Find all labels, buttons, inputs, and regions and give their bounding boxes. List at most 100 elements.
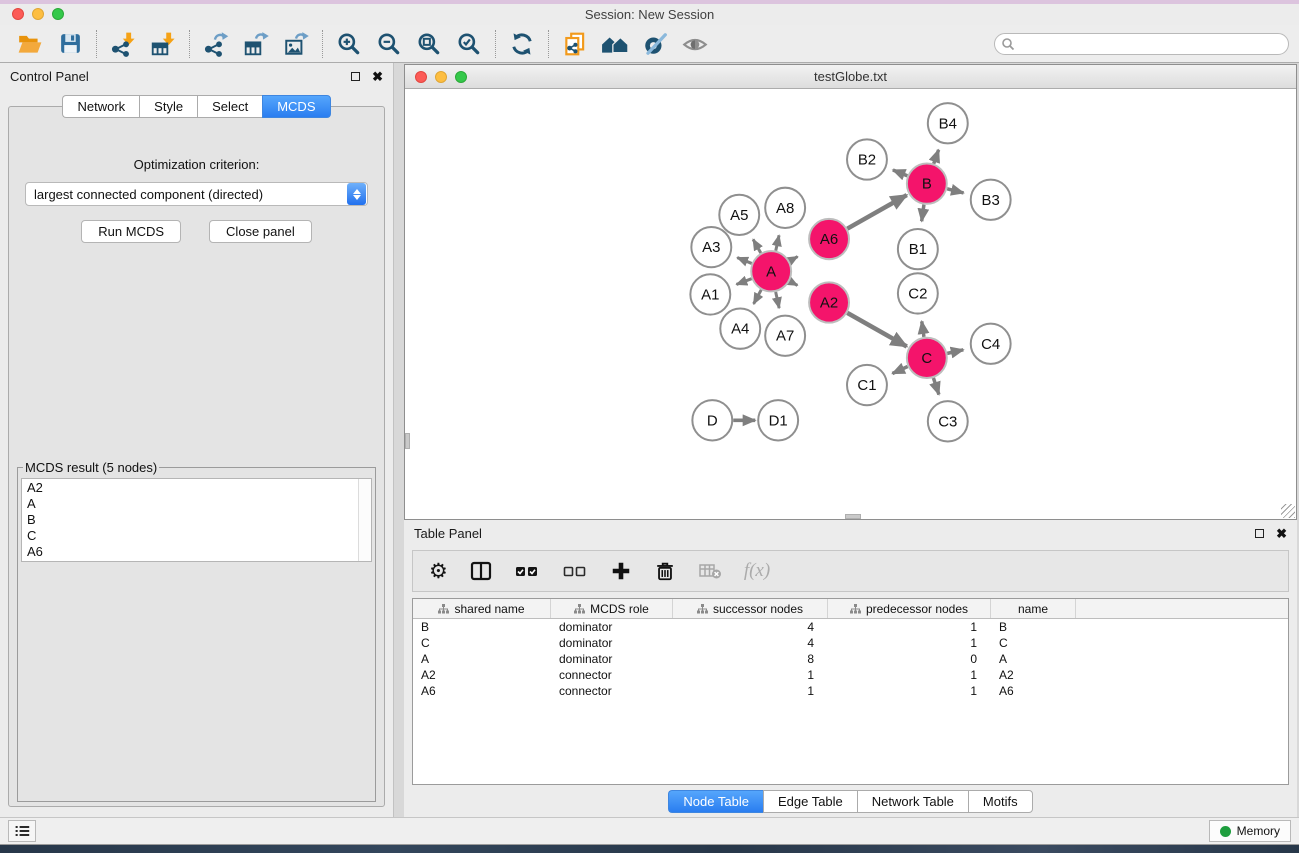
- list-item[interactable]: A2: [22, 480, 371, 496]
- table-row[interactable]: A2 connector 1 1 A2: [413, 667, 1288, 683]
- graph-edge[interactable]: [847, 195, 906, 229]
- home-icon[interactable]: [595, 28, 635, 60]
- graph-node-label: B3: [982, 192, 1000, 209]
- refresh-icon[interactable]: [502, 28, 542, 60]
- split-panel-icon[interactable]: [470, 560, 492, 582]
- graph-edge[interactable]: [736, 279, 751, 285]
- mcds-tab-content: Optimization criterion: largest connecte…: [8, 106, 385, 807]
- graph-node-label: A3: [702, 239, 720, 256]
- vizmapper-icon[interactable]: [635, 28, 675, 60]
- window-resize-grip[interactable]: [1281, 504, 1295, 518]
- graph-edge[interactable]: [933, 378, 938, 395]
- unselect-all-columns-icon[interactable]: [562, 560, 588, 582]
- graph-edge[interactable]: [934, 150, 939, 164]
- close-window-button[interactable]: [415, 71, 427, 83]
- table-row[interactable]: A dominator 8 0 A: [413, 651, 1288, 667]
- graph-edge[interactable]: [847, 313, 906, 347]
- zoom-window-button[interactable]: [52, 8, 64, 20]
- export-table-icon[interactable]: [236, 28, 276, 60]
- graph-edge[interactable]: [776, 292, 779, 308]
- import-network-icon[interactable]: [103, 28, 143, 60]
- import-table-icon[interactable]: [143, 28, 183, 60]
- tab-mcds[interactable]: MCDS: [262, 95, 330, 118]
- delete-columns-trash-icon[interactable]: [654, 560, 676, 582]
- network-window-titlebar[interactable]: testGlobe.txt: [405, 65, 1296, 89]
- optimization-select[interactable]: largest connected component (directed): [25, 182, 368, 206]
- tab-network-table[interactable]: Network Table: [857, 790, 968, 813]
- graph-edge[interactable]: [947, 350, 963, 354]
- scrollbar-track[interactable]: [358, 479, 371, 561]
- zoom-window-button[interactable]: [455, 71, 467, 83]
- close-window-button[interactable]: [12, 8, 24, 20]
- open-session-icon[interactable]: [10, 28, 50, 60]
- tab-node-table[interactable]: Node Table: [668, 790, 763, 813]
- select-all-columns-icon[interactable]: [514, 560, 540, 582]
- show-details-eye-icon[interactable]: [675, 28, 715, 60]
- tab-edge-table[interactable]: Edge Table: [763, 790, 857, 813]
- graph-edge[interactable]: [790, 257, 798, 262]
- table-row[interactable]: B dominator 4 1 B: [413, 619, 1288, 635]
- graph-node-label: A8: [776, 200, 794, 217]
- export-image-icon[interactable]: [276, 28, 316, 60]
- graph-node-label: C: [921, 350, 932, 367]
- graph-edge[interactable]: [892, 367, 907, 374]
- search-input[interactable]: [994, 33, 1289, 55]
- graph-edge[interactable]: [754, 290, 762, 304]
- list-item[interactable]: A: [22, 496, 371, 512]
- zoom-in-icon[interactable]: [329, 28, 369, 60]
- split-divider-grip[interactable]: [405, 433, 410, 449]
- control-panel: Control Panel ✖ Network Style Select MCD…: [0, 63, 394, 817]
- graph-edge[interactable]: [922, 321, 924, 337]
- column-header-successor-nodes[interactable]: successor nodes: [673, 599, 828, 618]
- graph-edge[interactable]: [947, 189, 963, 193]
- list-item[interactable]: A6: [22, 544, 371, 560]
- graph-edge[interactable]: [753, 239, 761, 253]
- split-divider-grip[interactable]: [845, 514, 861, 519]
- graph-edge[interactable]: [922, 205, 924, 222]
- graph-node-label: A7: [776, 328, 794, 345]
- table-row[interactable]: C dominator 4 1 C: [413, 635, 1288, 651]
- close-panel-icon[interactable]: ✖: [1276, 527, 1287, 540]
- graph-edge[interactable]: [737, 258, 751, 264]
- column-header-shared-name[interactable]: shared name: [413, 599, 551, 618]
- list-item[interactable]: C: [22, 528, 371, 544]
- save-session-icon[interactable]: [50, 28, 90, 60]
- memory-label: Memory: [1237, 824, 1280, 838]
- memory-status-dot: [1220, 826, 1231, 837]
- close-panel-icon[interactable]: ✖: [372, 70, 383, 83]
- float-panel-icon[interactable]: [1255, 529, 1264, 538]
- table-row[interactable]: A6 connector 1 1 A6: [413, 683, 1288, 699]
- graph-edge[interactable]: [893, 170, 907, 176]
- minimize-window-button[interactable]: [32, 8, 44, 20]
- run-mcds-button[interactable]: Run MCDS: [81, 220, 181, 243]
- graph-edge[interactable]: [790, 281, 798, 285]
- tab-select[interactable]: Select: [197, 95, 262, 118]
- table-options-gear-icon[interactable]: ⚙: [429, 561, 448, 582]
- mcds-result-list[interactable]: A2 A B C A6: [21, 478, 372, 562]
- close-panel-button[interactable]: Close panel: [209, 220, 312, 243]
- show-panels-list-button[interactable]: [8, 820, 36, 842]
- zoom-out-icon[interactable]: [369, 28, 409, 60]
- graph-edge[interactable]: [776, 235, 779, 250]
- float-panel-icon[interactable]: [351, 72, 360, 81]
- toolbar-separator: [322, 30, 323, 58]
- memory-button[interactable]: Memory: [1209, 820, 1291, 842]
- export-network-icon[interactable]: [196, 28, 236, 60]
- list-item[interactable]: B: [22, 512, 371, 528]
- tab-motifs[interactable]: Motifs: [968, 790, 1033, 813]
- zoom-fit-icon[interactable]: [409, 28, 449, 60]
- minimize-window-button[interactable]: [435, 71, 447, 83]
- tab-style[interactable]: Style: [139, 95, 197, 118]
- tab-network[interactable]: Network: [62, 95, 139, 118]
- create-column-icon[interactable]: [610, 560, 632, 582]
- table-tabs: Node Table Edge Table Network Table Moti…: [404, 785, 1297, 817]
- network-canvas[interactable]: B4B2BB3A8A5A6A3B1AA1C2A2A4A7C4CC1C3DD1: [405, 89, 1296, 519]
- column-header-mcds-role[interactable]: MCDS role: [551, 599, 673, 618]
- column-header-predecessor-nodes[interactable]: predecessor nodes: [828, 599, 991, 618]
- app-title: Session: New Session: [0, 7, 1299, 22]
- network-graph[interactable]: B4B2BB3A8A5A6A3B1AA1C2A2A4A7C4CC1C3DD1: [405, 89, 1296, 519]
- control-panel-title: Control Panel: [10, 69, 89, 84]
- column-header-name[interactable]: name: [991, 599, 1076, 618]
- zoom-selected-icon[interactable]: [449, 28, 489, 60]
- clone-network-icon[interactable]: [555, 28, 595, 60]
